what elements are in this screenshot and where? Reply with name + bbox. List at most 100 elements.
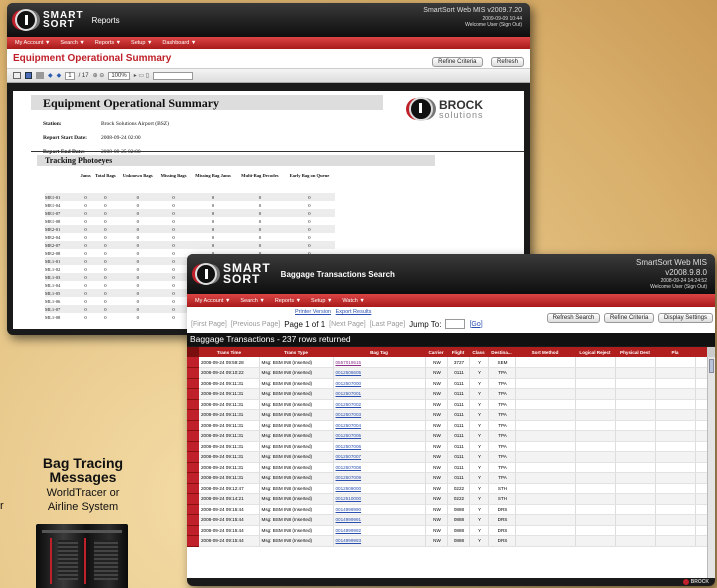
next-page-icon[interactable]: ◆: [57, 72, 62, 79]
cell-tag[interactable]: 0012510000: [333, 493, 426, 505]
row-selector[interactable]: [187, 357, 199, 368]
col-sort-method[interactable]: Sort Method: [515, 347, 575, 357]
cell-tag[interactable]: 0014999993: [333, 535, 426, 547]
prev-page-icon[interactable]: ◆: [48, 72, 53, 79]
cell-tag[interactable]: 0012507003: [333, 409, 426, 421]
row-selector[interactable]: [187, 388, 199, 400]
table-row[interactable]: 2008-09-24 09:11:31 Msg: BSM IN8 (Inserte…: [187, 378, 715, 389]
table-row[interactable]: 2008-09-24 09:15:44 Msg: BSM IN8 (Inserte…: [187, 535, 715, 547]
row-selector[interactable]: [187, 420, 199, 431]
previous-page-link[interactable]: [Previous Page]: [231, 321, 280, 328]
page-number-input[interactable]: 1: [65, 71, 75, 80]
table-row[interactable]: 2008-09-24 09:10:22 Msg: BSM IN8 (Inserte…: [187, 367, 715, 379]
row-selector[interactable]: [187, 472, 199, 484]
find-input[interactable]: [153, 71, 194, 80]
cell-tag[interactable]: 0012506605: [333, 367, 426, 379]
row-selector[interactable]: [187, 535, 199, 547]
menu-setup[interactable]: Setup ▼: [311, 298, 332, 304]
table-row[interactable]: 2008-09-24 09:14:21 Msg: BSM IN8 (Inserte…: [187, 493, 715, 505]
row-selector[interactable]: [187, 451, 199, 463]
zoom-icon[interactable]: ⊕ ⊖: [93, 72, 105, 79]
menu-watch[interactable]: Watch ▼: [342, 298, 364, 304]
table-row[interactable]: 2008-09-24 09:11:31 Msg: BSM IN8 (Inserte…: [187, 462, 715, 473]
table-row[interactable]: 2008-09-24 09:11:31 Msg: BSM IN8 (Inserte…: [187, 399, 715, 410]
col-physical-dest[interactable]: Physical Dest: [615, 347, 655, 357]
row-selector[interactable]: [187, 409, 199, 421]
col-flight[interactable]: Flight: [447, 347, 469, 357]
go-link[interactable]: [Go]: [469, 321, 482, 328]
table-row[interactable]: 2008-09-24 09:11:31 Msg: BSM IN8 (Inserte…: [187, 420, 715, 431]
row-selector[interactable]: [187, 504, 199, 515]
cell-tag[interactable]: 0014999990: [333, 504, 426, 515]
col-class[interactable]: Class: [469, 347, 488, 357]
cell-tag[interactable]: 0014999991: [333, 514, 426, 526]
table-row[interactable]: 2008-09-24 09:15:44 Msg: BSM IN8 (Inserte…: [187, 514, 715, 526]
row-selector[interactable]: [187, 462, 199, 473]
next-page-link[interactable]: [Next Page]: [329, 321, 366, 328]
row-selector[interactable]: [187, 430, 199, 442]
refine-criteria-button[interactable]: Refine Criteria: [432, 56, 483, 67]
scrollbar-thumb[interactable]: [709, 359, 714, 373]
cell-tag[interactable]: 0012509000: [333, 483, 426, 494]
table-row[interactable]: 2008-09-24 09:11:31 Msg: BSM IN8 (Inserte…: [187, 388, 715, 400]
menu-reports[interactable]: Reports ▼: [275, 298, 301, 304]
table-row[interactable]: 2008-09-24 09:15:44 Msg: BSM IN8 (Inserte…: [187, 525, 715, 536]
menu-search[interactable]: Search ▼: [240, 298, 264, 304]
cell-tag[interactable]: 0012507004: [333, 420, 426, 431]
display-settings-button[interactable]: Display Settings: [657, 313, 713, 323]
col-logical-reject[interactable]: Logical Reject: [575, 347, 615, 357]
cell-tag[interactable]: 0012507001: [333, 388, 426, 400]
col-trans-type[interactable]: Trans Type: [259, 347, 333, 357]
table-row[interactable]: 2008-09-24 09:11:31 Msg: BSM IN8 (Inserte…: [187, 409, 715, 421]
col-carrier[interactable]: Carrier: [425, 347, 447, 357]
table-row[interactable]: 2008-09-24 09:12:47 Msg: BSM IN8 (Inserte…: [187, 483, 715, 494]
row-selector[interactable]: [187, 441, 199, 452]
zoom-level[interactable]: 100%: [108, 71, 130, 80]
table-row[interactable]: 2008-09-24 09:59:28 Msg: BSM IN8 (Inserte…: [187, 357, 715, 368]
cell-tag[interactable]: 0557019515: [333, 357, 426, 368]
menu-my-account[interactable]: My Account ▼: [15, 40, 50, 46]
menu-dashboard[interactable]: Dashboard ▼: [162, 40, 196, 46]
row-selector[interactable]: [187, 399, 199, 410]
cell-tag[interactable]: 0012507008: [333, 462, 426, 473]
cell-tag[interactable]: 0012507007: [333, 451, 426, 463]
col-trans-time[interactable]: Trans Time: [199, 347, 259, 357]
refresh-button[interactable]: Refresh: [490, 56, 524, 67]
last-page-link[interactable]: [Last Page]: [370, 321, 405, 328]
refine-criteria-button[interactable]: Refine Criteria: [603, 313, 655, 323]
menu-setup[interactable]: Setup ▼: [131, 40, 152, 46]
user-signout-link[interactable]: Welcome User (Sign Out): [423, 22, 522, 28]
row-selector[interactable]: [187, 514, 199, 526]
menu-reports[interactable]: Reports ▼: [95, 40, 121, 46]
user-signout-link[interactable]: Welcome User (Sign Out): [636, 284, 707, 290]
vertical-scrollbar[interactable]: [707, 357, 715, 578]
table-row[interactable]: 2008-09-24 09:11:31 Msg: BSM IN8 (Inserte…: [187, 451, 715, 463]
col-destination[interactable]: Destina...: [488, 347, 515, 357]
printer-version-link[interactable]: Printer Version: [295, 309, 331, 315]
row-selector[interactable]: [187, 367, 199, 379]
table-row[interactable]: 2008-09-24 09:11:31 Msg: BSM IN8 (Inserte…: [187, 430, 715, 442]
cell-tag[interactable]: 0012507000: [333, 378, 426, 389]
table-row[interactable]: 2008-09-24 09:11:31 Msg: BSM IN8 (Inserte…: [187, 472, 715, 484]
row-selector[interactable]: [187, 378, 199, 389]
table-row[interactable]: 2008-09-24 09:15:44 Msg: BSM IN8 (Inserte…: [187, 504, 715, 515]
cell-tag[interactable]: 0012507005: [333, 430, 426, 442]
first-page-link[interactable]: [First Page]: [191, 321, 227, 328]
row-selector[interactable]: [187, 525, 199, 536]
menu-search[interactable]: Search ▼: [60, 40, 84, 46]
cell-tag[interactable]: 0012507002: [333, 399, 426, 410]
cell-tag[interactable]: 0014999992: [333, 525, 426, 536]
refresh-search-button[interactable]: Refresh Search: [546, 313, 601, 323]
cell-tag[interactable]: 0012507006: [333, 441, 426, 452]
col-pla[interactable]: Pla: [655, 347, 695, 357]
jump-to-input[interactable]: [445, 319, 466, 329]
export-results-link[interactable]: Export Results: [336, 309, 372, 315]
printer-icon[interactable]: [13, 72, 21, 79]
row-selector[interactable]: [187, 483, 199, 494]
cell-tag[interactable]: 0012507009: [333, 472, 426, 484]
col-bag-tag[interactable]: Bag Tag: [333, 347, 425, 357]
row-selector[interactable]: [187, 493, 199, 505]
save-icon[interactable]: [25, 72, 32, 79]
export-icon[interactable]: [36, 72, 44, 79]
table-row[interactable]: 2008-09-24 09:11:31 Msg: BSM IN8 (Inserte…: [187, 441, 715, 452]
